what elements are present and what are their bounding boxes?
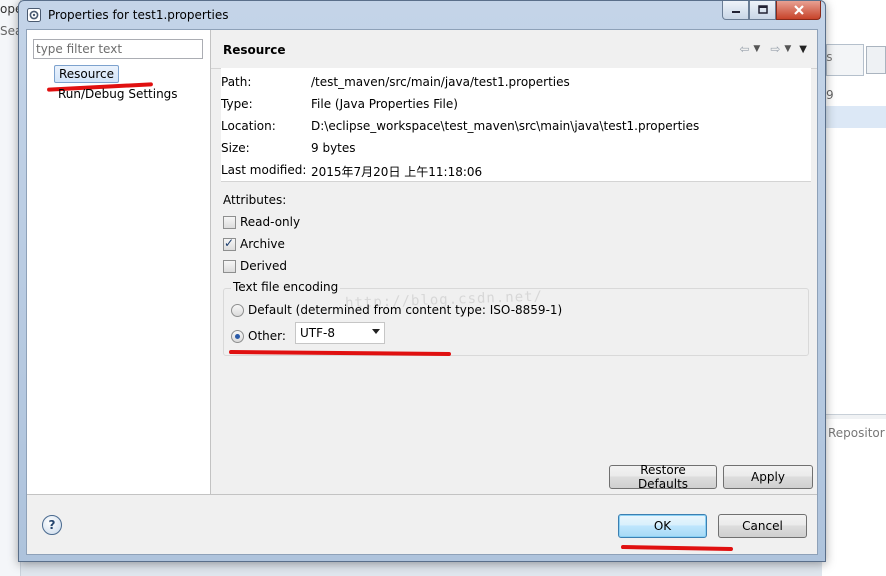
resource-info: Path: /test_maven/src/main/java/test1.pr… xyxy=(221,68,811,182)
info-value: D:\eclipse_workspace\test_maven\src\main… xyxy=(311,119,700,133)
close-button[interactable] xyxy=(776,1,821,20)
background-selected-row xyxy=(826,106,886,128)
tree-item-resource[interactable]: Resource xyxy=(54,65,120,83)
radio-label: Other: xyxy=(248,329,286,343)
properties-icon xyxy=(27,8,41,22)
page-title: Resource xyxy=(223,43,286,57)
info-row-type: Type: File (Java Properties File) xyxy=(221,97,458,111)
checkbox-box[interactable] xyxy=(223,259,236,273)
info-label: Location: xyxy=(221,119,276,133)
forward-dropdown-icon[interactable]: ▼ xyxy=(784,44,791,54)
encoding-combo[interactable]: UTF-8 xyxy=(295,322,385,344)
page-navigation: ⇦ ▼ ⇨ ▼ ▼ xyxy=(739,42,807,56)
annotation-underline-ok xyxy=(620,545,734,551)
restore-defaults-button[interactable]: Restore Defaults xyxy=(609,463,717,491)
encoding-combo-value: UTF-8 xyxy=(300,326,335,340)
help-icon[interactable]: ? xyxy=(42,515,62,535)
footer-separator xyxy=(27,494,817,495)
filter-input[interactable] xyxy=(33,39,203,59)
properties-dialog: Properties for test1.properties Resource… xyxy=(18,0,826,562)
cancel-button[interactable]: Cancel xyxy=(718,514,807,538)
radio-label: Default (determined from content type: I… xyxy=(248,303,563,317)
tree-item-run-debug-settings[interactable]: Run/Debug Settings xyxy=(58,87,178,101)
info-label: Path: xyxy=(221,75,252,89)
back-dropdown-icon[interactable]: ▼ xyxy=(753,44,760,54)
dialog-client-area: Resource Run/Debug Settings Resource ⇦ ▼… xyxy=(26,29,818,555)
dialog-title: Properties for test1.properties xyxy=(48,8,229,22)
chevron-down-icon[interactable] xyxy=(372,329,380,334)
view-menu-icon[interactable]: ▼ xyxy=(799,44,807,55)
ok-button[interactable]: OK xyxy=(618,514,707,538)
background-toolbar-button xyxy=(866,46,886,74)
attributes-label: Attributes: xyxy=(223,193,287,207)
close-icon xyxy=(793,5,804,15)
info-value: 9 bytes xyxy=(311,141,356,155)
back-arrow-icon[interactable]: ⇦ xyxy=(739,42,749,56)
resource-page: Resource ⇦ ▼ ⇨ ▼ ▼ Path: /test_maven/src… xyxy=(211,30,817,494)
radio-button[interactable] xyxy=(231,329,244,343)
info-value: File (Java Properties File) xyxy=(311,97,458,111)
archive-checkbox[interactable]: Archive xyxy=(223,236,285,251)
background-repositories-tab: Repositor xyxy=(828,426,885,440)
radio-button[interactable] xyxy=(231,303,244,317)
info-row-last-modified: Last modified: 2015年7月20日 上午11:18:06 xyxy=(221,163,482,180)
info-value: /test_maven/src/main/java/test1.properti… xyxy=(311,75,570,89)
info-row-size: Size: 9 bytes xyxy=(221,141,356,155)
info-label: Size: xyxy=(221,141,250,155)
minimize-icon xyxy=(731,11,740,13)
read-only-checkbox[interactable]: Read-only xyxy=(223,215,300,229)
checkbox-label: Archive xyxy=(240,237,285,251)
window-controls xyxy=(722,1,821,20)
maximize-icon xyxy=(757,5,768,14)
checkbox-box[interactable] xyxy=(223,215,236,229)
apply-button[interactable]: Apply xyxy=(723,465,813,489)
maximize-button[interactable] xyxy=(749,1,776,20)
info-row-path: Path: /test_maven/src/main/java/test1.pr… xyxy=(221,75,570,89)
default-encoding-radio[interactable]: Default (determined from content type: I… xyxy=(231,303,562,317)
property-page-tree: Resource Run/Debug Settings xyxy=(27,30,211,494)
checkbox-label: Derived xyxy=(240,259,287,273)
checkbox-label: Read-only xyxy=(240,215,301,229)
info-label: Last modified: xyxy=(221,163,307,177)
checkbox-box[interactable] xyxy=(223,236,236,251)
info-row-location: Location: D:\eclipse_workspace\test_mave… xyxy=(221,119,699,133)
forward-arrow-icon[interactable]: ⇨ xyxy=(770,42,780,56)
minimize-button[interactable] xyxy=(722,1,749,20)
text-encoding-group-title: Text file encoding xyxy=(231,280,341,294)
background-separator xyxy=(826,414,886,419)
background-right-pane xyxy=(822,0,886,576)
other-encoding-radio[interactable]: Other: xyxy=(231,329,286,343)
background-list-text: 9 xyxy=(826,88,834,102)
info-label: Type: xyxy=(221,97,253,111)
derived-checkbox[interactable]: Derived xyxy=(223,259,287,273)
dialog-titlebar[interactable]: Properties for test1.properties xyxy=(19,1,825,29)
info-value: 2015年7月20日 上午11:18:06 xyxy=(311,165,483,179)
